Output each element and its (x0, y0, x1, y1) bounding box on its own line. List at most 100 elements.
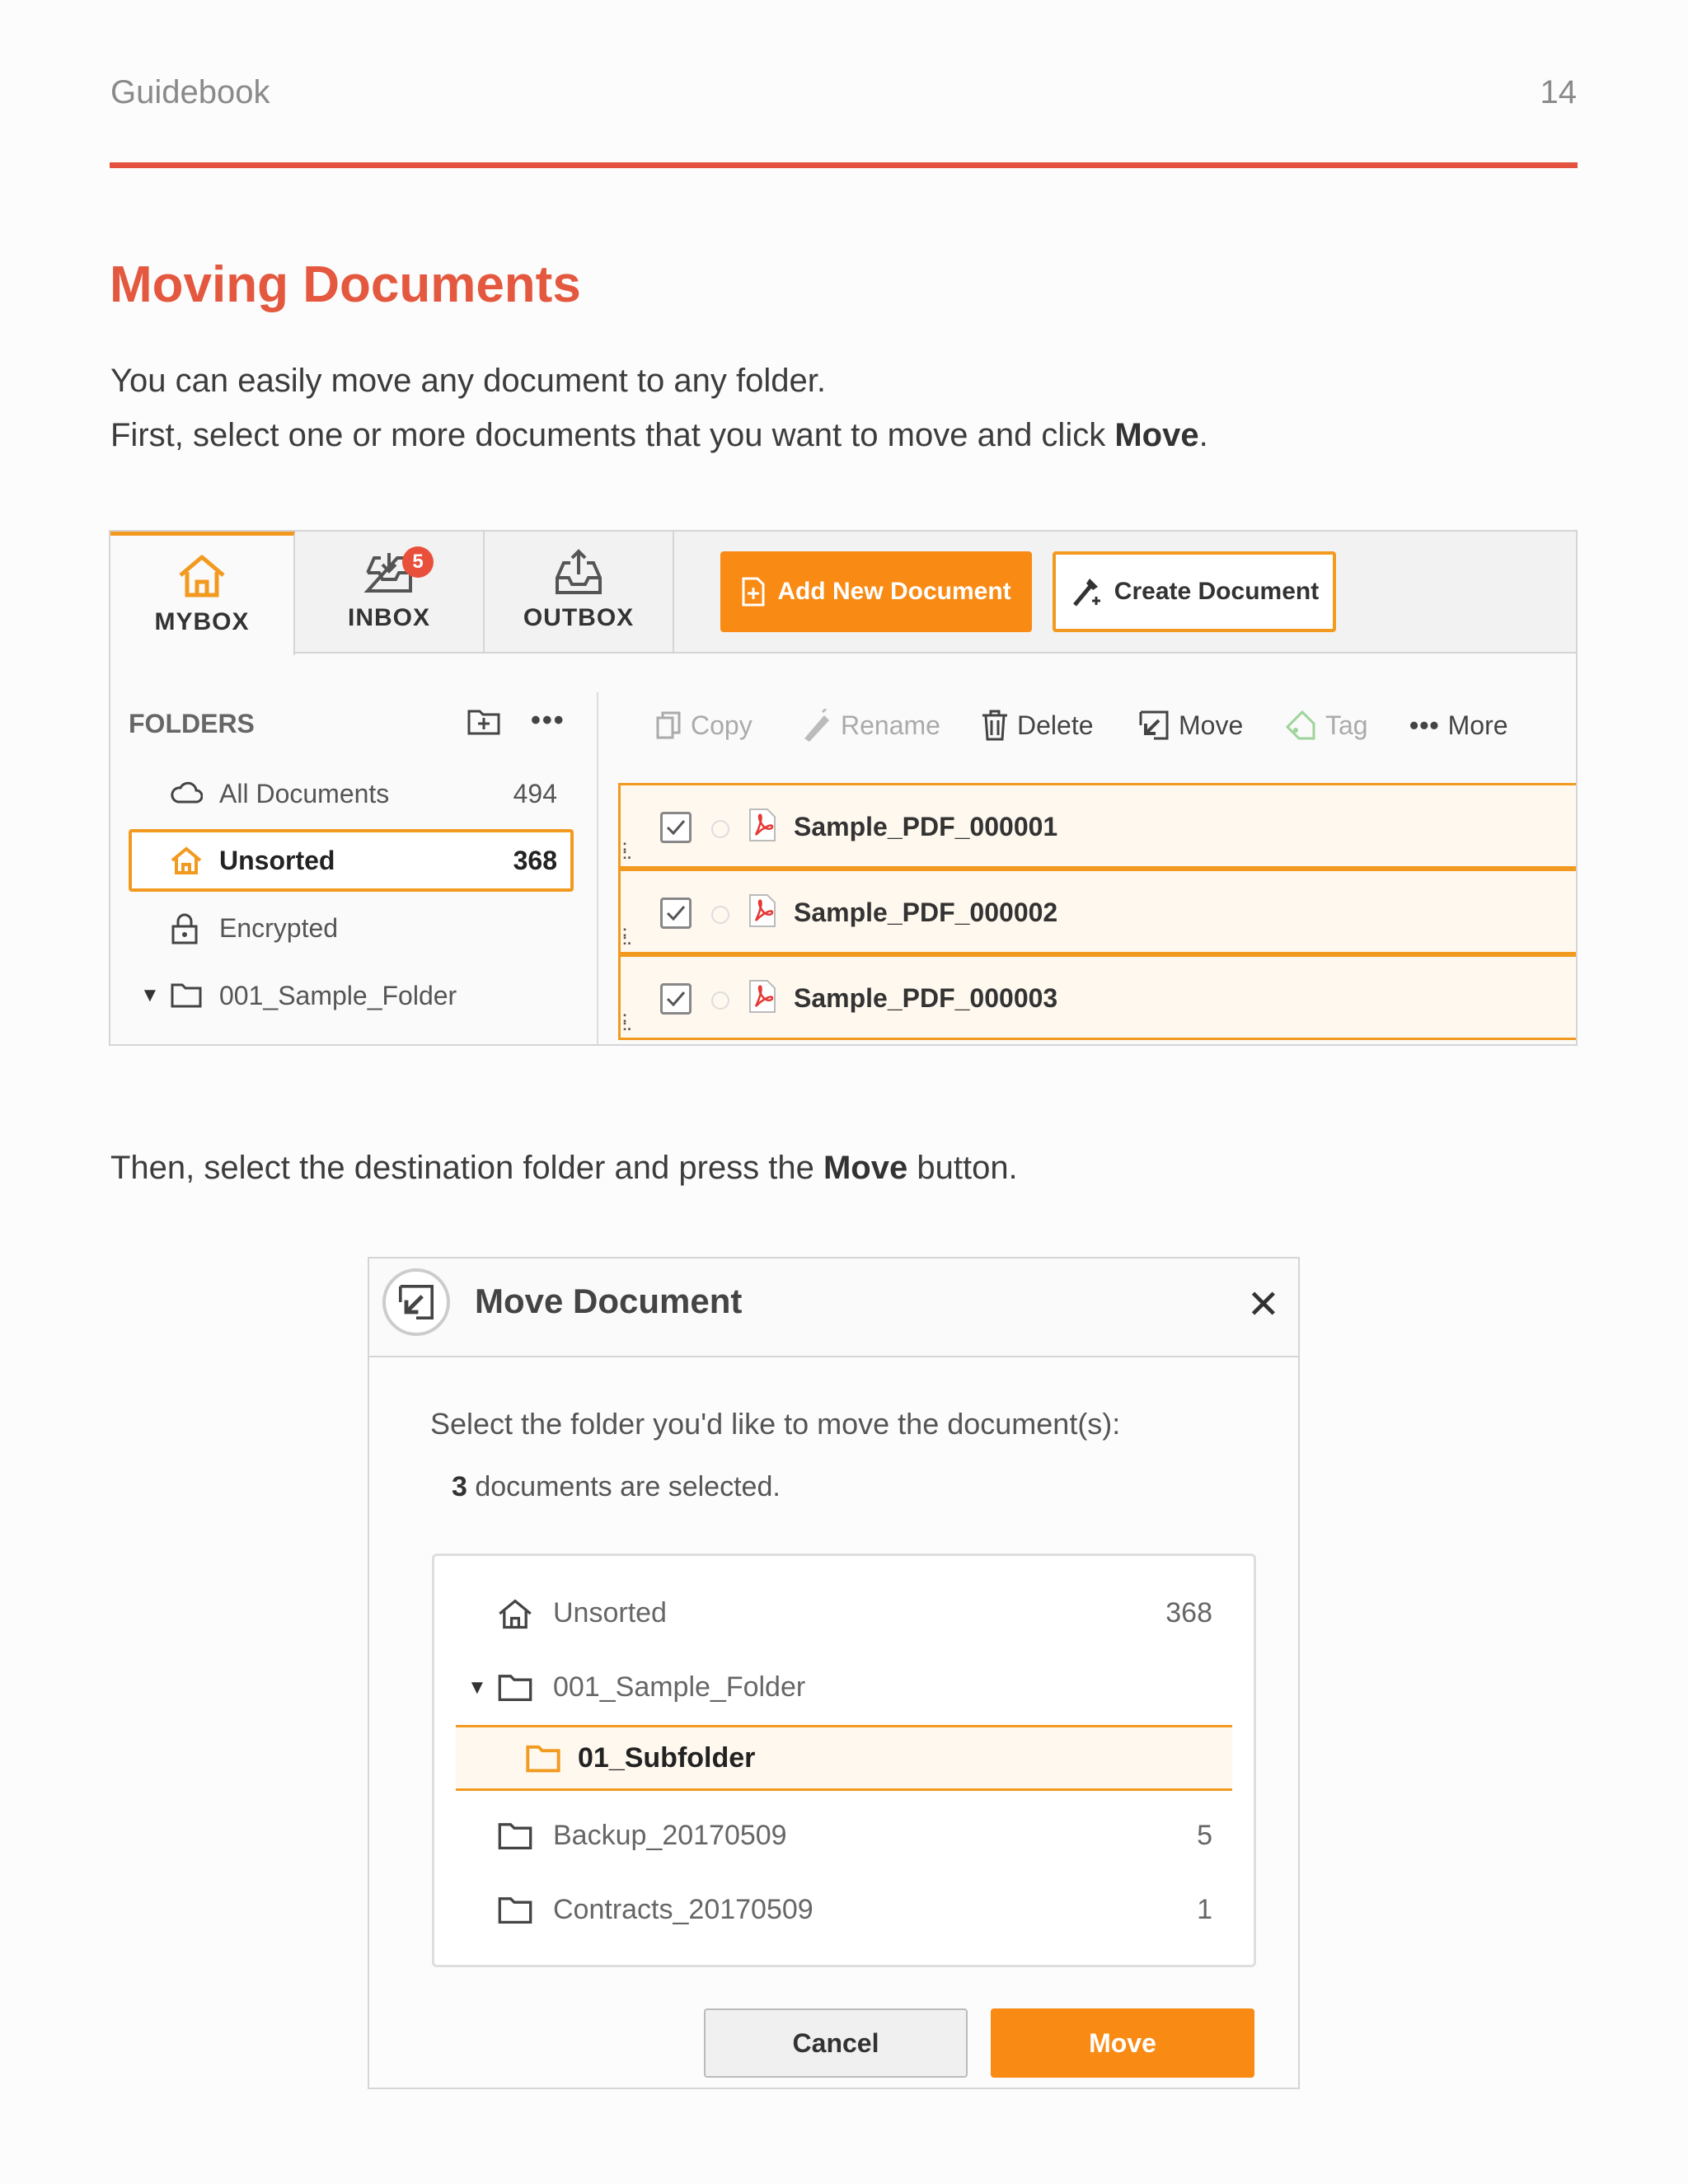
folder-label: 001_Sample_Folder (219, 980, 457, 1010)
tag-button[interactable]: Tag (1284, 705, 1368, 746)
tree-item-contracts[interactable]: Contracts_20170509 1 (434, 1877, 1254, 1943)
tab-mybox[interactable]: MYBOX (110, 532, 295, 655)
checkbox-checked[interactable] (660, 983, 692, 1015)
sidebar-item-001-sample-folder[interactable]: ▼ 001_Sample_Folder (129, 964, 574, 1027)
paragraph-2: First, select one or more documents that… (110, 417, 1208, 454)
move-icon (1139, 710, 1169, 740)
add-new-document-button[interactable]: Add New Document (720, 551, 1032, 632)
move-label: Move (1179, 710, 1244, 740)
rename-button[interactable]: Rename (799, 705, 940, 746)
folders-heading: FOLDERS (129, 709, 255, 738)
paragraph-3: Then, select the destination folder and … (110, 1150, 1018, 1187)
create-document-button[interactable]: Create Document (1053, 551, 1336, 632)
sidebar-item-all-documents[interactable]: All Documents 494 (129, 762, 574, 825)
copy-icon (656, 711, 681, 739)
folder-count: 368 (1165, 1597, 1212, 1629)
lock-icon (171, 913, 198, 944)
move-button[interactable]: Move (1137, 705, 1243, 746)
delete-button[interactable]: Delete (981, 705, 1094, 746)
tab-label: OUTBOX (523, 604, 635, 631)
sidebar-item-encrypted[interactable]: Encrypted (129, 897, 574, 959)
add-document-icon (742, 577, 765, 607)
house-icon (499, 1599, 532, 1629)
dialog-title: Move Document (475, 1282, 743, 1320)
pdf-icon (749, 808, 776, 841)
table-row[interactable]: ::. Sample_PDF_000003 (618, 954, 1576, 1040)
more-label: More (1447, 710, 1508, 740)
check-icon (666, 991, 686, 1007)
move-document-dialog: Move Document ✕ Select the folder you'd … (368, 1257, 1300, 2089)
sidebar-item-unsorted[interactable]: Unsorted 368 (129, 829, 574, 892)
document-name[interactable]: Sample_PDF_000002 (794, 898, 1057, 928)
tab-label: MYBOX (154, 608, 250, 635)
sidebar-divider (597, 692, 598, 1044)
rename-label: Rename (841, 710, 940, 740)
tree-item-unsorted[interactable]: Unsorted 368 (434, 1581, 1254, 1647)
folder-label: Unsorted (219, 845, 335, 875)
table-row[interactable]: ::. Sample_PDF_000002 (618, 869, 1576, 954)
trash-icon (982, 710, 1007, 741)
document-name[interactable]: Sample_PDF_000003 (794, 983, 1057, 1014)
radio-button[interactable] (711, 906, 729, 924)
checkbox-checked[interactable] (660, 812, 692, 843)
tab-outbox[interactable]: OUTBOX (485, 532, 674, 654)
delete-label: Delete (1017, 710, 1094, 740)
folder-icon (498, 1897, 532, 1924)
folder-label: Encrypted (219, 912, 339, 943)
drag-handle-icon[interactable]: ::. (622, 838, 631, 861)
pdf-icon (749, 894, 776, 927)
folder-count: 5 (1197, 1820, 1212, 1851)
more-button[interactable]: ••• More (1409, 705, 1508, 746)
add-folder-icon[interactable] (467, 706, 501, 736)
folders-more-icon[interactable]: ••• (531, 705, 565, 737)
document-name[interactable]: Sample_PDF_000001 (794, 812, 1057, 842)
move-confirm-button[interactable]: Move (991, 2008, 1254, 2078)
pencil-icon (804, 709, 829, 742)
drag-handle-icon[interactable]: ::. (622, 924, 631, 947)
paragraph-2-end: . (1198, 417, 1208, 453)
tab-inbox[interactable]: 5 INBOX (295, 532, 485, 654)
table-row[interactable]: ::. Sample_PDF_000001 (618, 783, 1576, 869)
tag-icon (1285, 710, 1315, 740)
selected-count-text: 3 documents are selected. (452, 1471, 781, 1503)
house-icon (171, 846, 202, 874)
cloud-icon (171, 781, 203, 804)
folder-label: All Documents (219, 778, 390, 808)
copy-label: Copy (691, 710, 753, 740)
checkbox-checked[interactable] (660, 898, 692, 929)
paragraph-3-bold: Move (823, 1150, 908, 1186)
dialog-instruction: Select the folder you'd like to move the… (430, 1407, 1121, 1441)
radio-button[interactable] (711, 820, 729, 838)
paragraph-2-bold: Move (1114, 417, 1199, 453)
more-dots-icon: ••• (1409, 710, 1440, 740)
cancel-button[interactable]: Cancel (704, 2008, 968, 2078)
paragraph-1: You can easily move any document to any … (110, 363, 826, 399)
copy-button[interactable]: Copy (654, 705, 753, 746)
tree-item-backup[interactable]: Backup_20170509 5 (434, 1803, 1254, 1869)
section-title: Moving Documents (110, 256, 581, 313)
paragraph-3-text: Then, select the destination folder and … (110, 1150, 823, 1186)
folder-icon (526, 1745, 560, 1773)
move-icon (382, 1268, 450, 1336)
tree-item-01-subfolder[interactable]: 01_Subfolder (456, 1725, 1232, 1791)
check-icon (666, 906, 686, 921)
tree-item-001-sample-folder[interactable]: ▼ 001_Sample_Folder (434, 1655, 1254, 1721)
selected-text: documents are selected. (467, 1471, 781, 1502)
folder-label: Backup_20170509 (553, 1820, 787, 1851)
folder-count: 1 (1197, 1894, 1212, 1925)
caret-down-icon[interactable]: ▼ (140, 984, 160, 1007)
magic-wand-icon (1072, 579, 1100, 607)
header-label: Guidebook (110, 74, 270, 110)
close-icon[interactable]: ✕ (1247, 1282, 1280, 1328)
folder-icon (498, 1675, 532, 1702)
tab-label: INBOX (347, 604, 430, 631)
paragraph-2-text: First, select one or more documents that… (110, 417, 1115, 453)
folder-label: 01_Subfolder (578, 1742, 756, 1774)
app-screenshot: MYBOX 5 INBOX OUTBOX Add New Document Cr… (109, 530, 1578, 1046)
selected-count: 3 (452, 1471, 467, 1502)
caret-down-icon[interactable]: ▼ (467, 1676, 487, 1699)
drag-handle-icon[interactable]: ::. (622, 1010, 631, 1033)
page-number: 14 (1540, 74, 1578, 110)
radio-button[interactable] (711, 991, 729, 1010)
check-icon (666, 820, 686, 836)
